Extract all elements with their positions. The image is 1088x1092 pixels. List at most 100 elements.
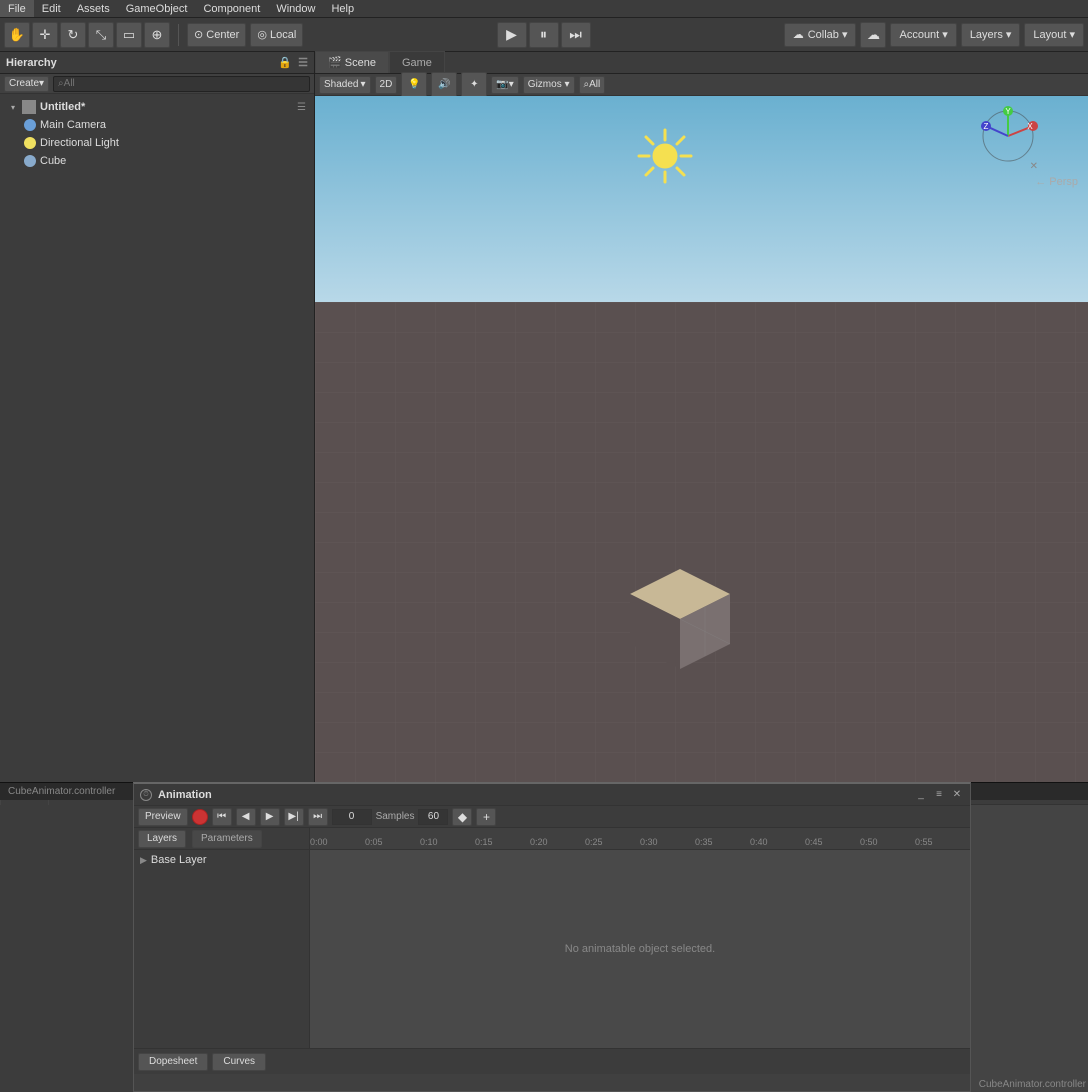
tree-directional-light[interactable]: Directional Light: [0, 134, 314, 152]
scene-panel: 🎬 Scene Game Shaded▾ 2D 💡 🔊 ✦ 📷▾ Gizmos …: [315, 52, 1088, 782]
mark-005: 0:05: [365, 837, 420, 847]
effects-toggle[interactable]: ✦: [461, 72, 487, 98]
timeline-content: No animatable object selected.: [310, 850, 970, 1048]
mark-055: 0:55: [915, 837, 970, 847]
anim-prev-frame[interactable]: ◀: [236, 808, 256, 826]
layout-dropdown[interactable]: Layout ▾: [1024, 23, 1084, 47]
light-label: Directional Light: [40, 137, 119, 149]
lighting-toggle[interactable]: 💡: [401, 72, 427, 98]
cloud-btn[interactable]: ☁: [860, 22, 886, 48]
camera-label: Main Camera: [40, 119, 106, 131]
samples-label: Samples: [376, 811, 415, 822]
pivot-center-btn[interactable]: ⊙ Center: [187, 23, 246, 47]
cube-label: Cube: [40, 155, 66, 167]
menu-help[interactable]: Help: [323, 0, 362, 17]
pause-button[interactable]: ⏸: [529, 22, 559, 48]
preview-button[interactable]: Preview: [138, 808, 188, 826]
anim-close-btn[interactable]: ✕: [950, 788, 964, 802]
anim-time-input[interactable]: [332, 809, 372, 825]
gizmo-xyz: X Y Z: [978, 106, 1038, 166]
center-icon: ⊙: [194, 28, 203, 41]
gizmos-dropdown[interactable]: Gizmos ▾: [523, 76, 575, 94]
menu-assets[interactable]: Assets: [69, 0, 118, 17]
scene-tabs: 🎬 Scene Game: [315, 52, 1088, 74]
tool-scale[interactable]: ⤡: [88, 22, 114, 48]
hierarchy-tree: ▾ Untitled* ☰ Main Camera Directional Li…: [0, 94, 314, 782]
tree-scene[interactable]: ▾ Untitled* ☰: [0, 98, 314, 116]
hierarchy-lock-icon[interactable]: 🔒: [278, 56, 292, 69]
scene-toolbar: Shaded▾ 2D 💡 🔊 ✦ 📷▾ Gizmos ▾ ⌕All: [315, 74, 1088, 96]
dopesheet-btn[interactable]: Dopesheet: [138, 1053, 208, 1071]
cube-icon: [24, 155, 36, 167]
bottom-area: Project Console ⏱ Animation _ ≡ ✕ Previe…: [0, 782, 1088, 1092]
tree-cube[interactable]: Cube: [0, 152, 314, 170]
mark-030: 0:30: [640, 837, 695, 847]
grid-overlay: [315, 302, 1088, 782]
persp-label: ← Persp: [1035, 176, 1078, 188]
play-button[interactable]: ▶: [497, 22, 527, 48]
sep1: [178, 24, 179, 46]
animator-controller-label: CubeAnimator.controller: [979, 1079, 1086, 1090]
tool-rect[interactable]: ▭: [116, 22, 142, 48]
play-controls: ▶ ⏸ ⏭: [497, 22, 591, 48]
tool-move[interactable]: ✛: [32, 22, 58, 48]
animation-panel: ⏱ Animation _ ≡ ✕ Preview ⏮ ◀ ▶ ▶| ⏭ Sam…: [133, 782, 971, 1092]
menu-gameobject[interactable]: GameObject: [118, 0, 196, 17]
subtab-parameters[interactable]: Parameters: [192, 830, 262, 848]
tab-game[interactable]: Game: [389, 51, 445, 73]
tool-hand[interactable]: ✋: [4, 22, 30, 48]
menu-window[interactable]: Window: [268, 0, 323, 17]
mark-050: 0:50: [860, 837, 915, 847]
add-keyframe-btn[interactable]: ◆: [452, 808, 472, 826]
anim-expand-btn[interactable]: ≡: [932, 788, 946, 802]
create-button[interactable]: Create▾: [4, 76, 49, 92]
anim-next-frame[interactable]: ▶|: [284, 808, 304, 826]
hierarchy-header: Hierarchy 🔒 ☰: [0, 52, 314, 74]
camera-dropdown[interactable]: 📷▾: [491, 76, 518, 94]
status-text: CubeAnimator.controller: [8, 786, 115, 797]
base-layer-item[interactable]: ▶ Base Layer: [134, 850, 309, 870]
tab-scene[interactable]: 🎬 Scene: [315, 51, 389, 73]
base-layer-arrow: ▶: [140, 855, 147, 866]
base-layer-label: Base Layer: [151, 854, 207, 866]
layers-dropdown[interactable]: Layers ▾: [961, 23, 1021, 47]
audio-toggle[interactable]: 🔊: [431, 72, 457, 98]
anim-min-btn[interactable]: _: [914, 788, 928, 802]
mark-010: 0:10: [420, 837, 475, 847]
collab-icon: ☁: [793, 28, 804, 41]
pivot-local-btn[interactable]: ◎ Local: [250, 23, 303, 47]
mark-035: 0:35: [695, 837, 750, 847]
curves-btn[interactable]: Curves: [212, 1053, 266, 1071]
tree-main-camera[interactable]: Main Camera: [0, 116, 314, 134]
add-event-btn[interactable]: +: [476, 808, 496, 826]
menu-edit[interactable]: Edit: [34, 0, 69, 17]
shading-dropdown[interactable]: Shaded▾: [319, 76, 371, 94]
anim-to-end[interactable]: ⏭: [308, 808, 328, 826]
hierarchy-search[interactable]: [53, 76, 310, 92]
step-button[interactable]: ⏭: [561, 22, 591, 48]
local-icon: ◎: [257, 28, 267, 41]
account-dropdown[interactable]: Account ▾: [890, 23, 956, 47]
bottom-left-panel: Project Console: [0, 782, 140, 1092]
tool-rotate[interactable]: ↻: [60, 22, 86, 48]
main-layout: Hierarchy 🔒 ☰ Create▾ ▾ Untitled* ☰ Main…: [0, 52, 1088, 782]
anim-to-start[interactable]: ⏮: [212, 808, 232, 826]
record-button[interactable]: [192, 809, 208, 825]
hierarchy-menu-icon[interactable]: ☰: [298, 56, 308, 69]
search-all[interactable]: ⌕All: [579, 76, 606, 94]
camera-icon: [24, 119, 36, 131]
scene-sky: [315, 96, 1088, 302]
gizmo-close[interactable]: ✕: [1030, 161, 1038, 172]
subtab-layers[interactable]: Layers: [138, 830, 186, 848]
tool-transform[interactable]: ⊕: [144, 22, 170, 48]
scene-options[interactable]: ☰: [297, 102, 306, 113]
hierarchy-toolbar: Create▾: [0, 74, 314, 94]
mark-000: 0:00: [310, 837, 365, 847]
anim-play[interactable]: ▶: [260, 808, 280, 826]
collab-dropdown[interactable]: ☁ Collab ▾: [784, 23, 857, 47]
animation-toolbar: Preview ⏮ ◀ ▶ ▶| ⏭ Samples ◆ +: [134, 806, 970, 828]
2d-toggle[interactable]: 2D: [375, 76, 398, 94]
menu-file[interactable]: File: [0, 0, 34, 17]
samples-input[interactable]: [418, 809, 448, 825]
menu-component[interactable]: Component: [195, 0, 268, 17]
